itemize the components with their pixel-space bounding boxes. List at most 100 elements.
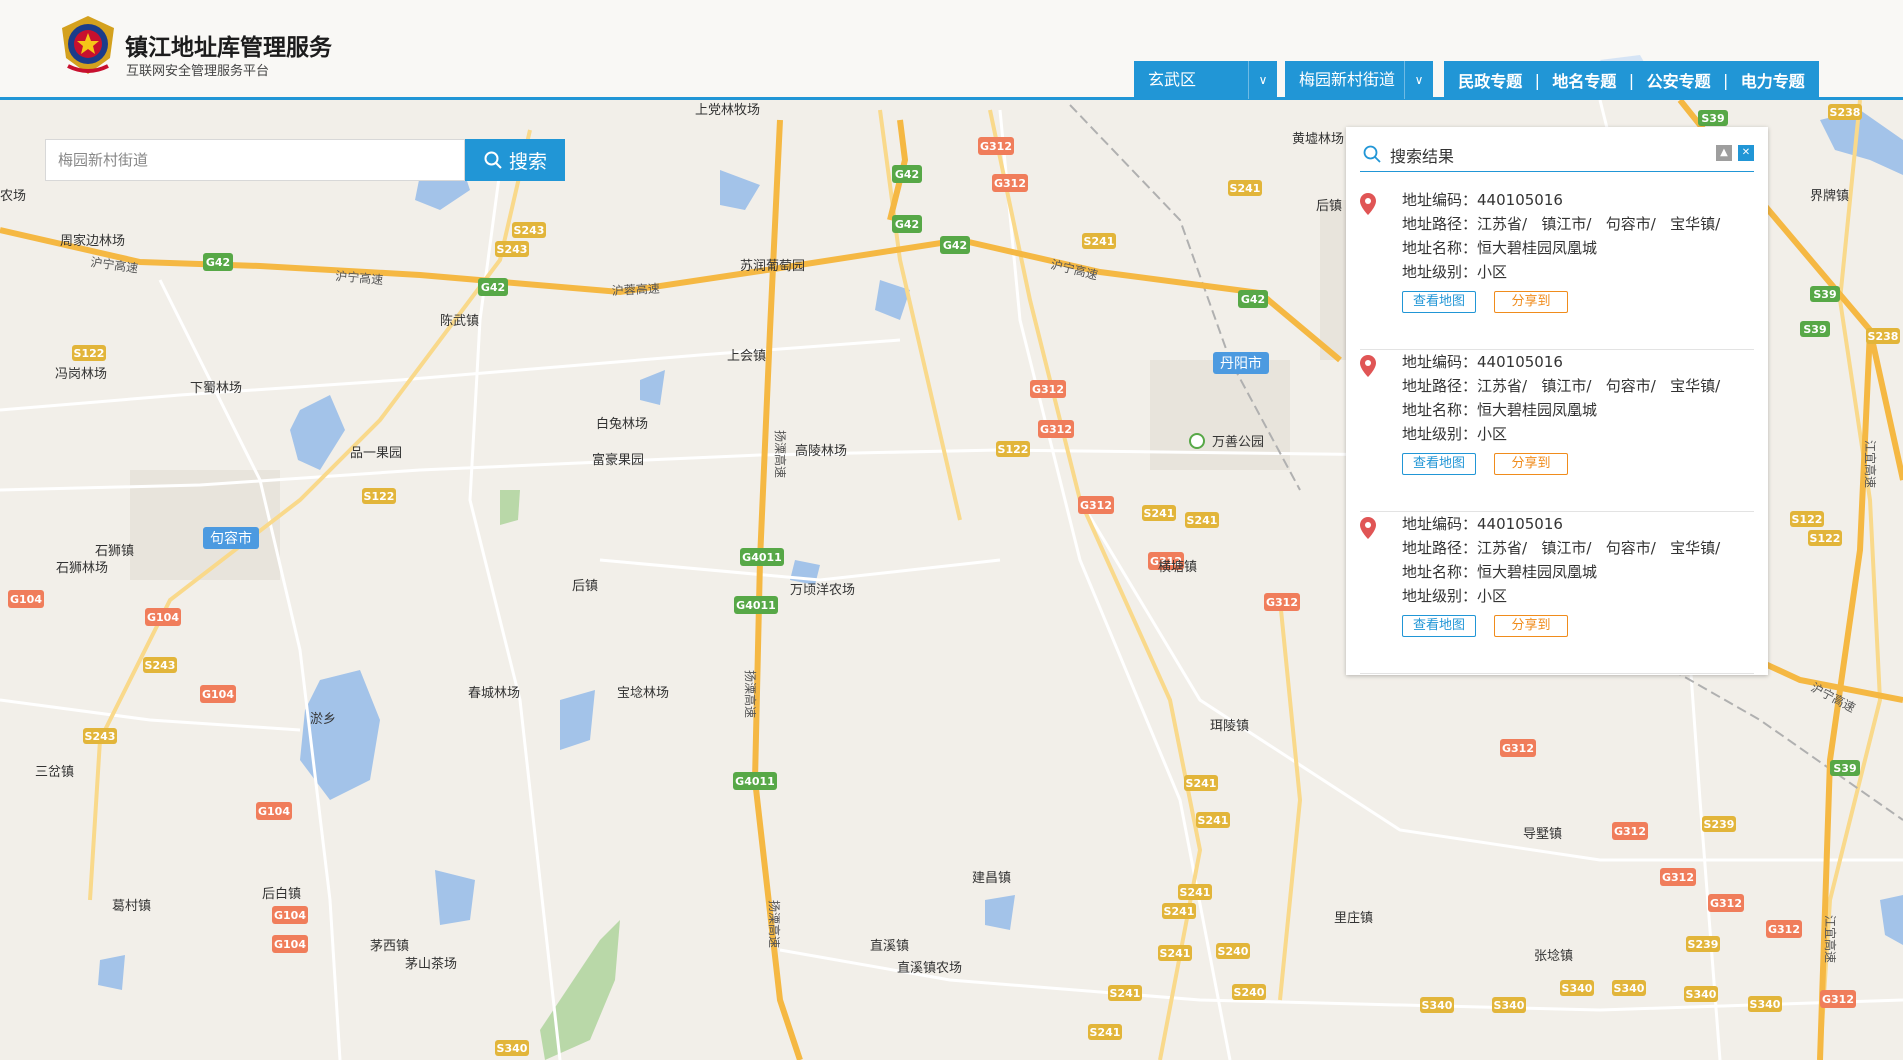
svg-text:后白镇: 后白镇: [262, 886, 301, 902]
svg-text:直溪镇农场: 直溪镇农场: [897, 961, 962, 976]
svg-text:S340: S340: [497, 1042, 528, 1055]
topic-public-security[interactable]: 公安专题: [1647, 68, 1711, 92]
svg-text:后镇: 后镇: [1316, 199, 1342, 214]
address-level: 小区: [1477, 587, 1508, 605]
svg-text:导墅镇: 导墅镇: [1523, 827, 1562, 842]
address-path: 江苏省/ 镇江市/ 句容市/ 宝华镇/: [1477, 539, 1721, 557]
address-code: 440105016: [1477, 515, 1563, 533]
svg-text:扬溧高速: 扬溧高速: [767, 900, 782, 948]
collapse-icon[interactable]: ▲: [1716, 145, 1732, 161]
search-icon: [1363, 145, 1381, 163]
svg-text:S122: S122: [364, 490, 395, 503]
district-select[interactable]: 玄武区 ∨: [1134, 61, 1277, 99]
shield-s238-icon: S238: [1828, 104, 1862, 120]
svg-text:石狮林场: 石狮林场: [56, 561, 108, 576]
shield-g312-icon: G312: [1264, 593, 1300, 611]
police-emblem-logo: [58, 14, 118, 76]
svg-text:界牌镇: 界牌镇: [1810, 188, 1849, 204]
topic-separator: |: [1722, 70, 1729, 90]
city-label-jurong: 句容市: [203, 527, 259, 549]
svg-text:S241: S241: [1160, 947, 1191, 960]
svg-text:S340: S340: [1494, 999, 1525, 1012]
share-button[interactable]: 分享到: [1494, 291, 1568, 313]
topic-civil-affairs[interactable]: 民政专题: [1458, 68, 1522, 92]
svg-text:江宜高速: 江宜高速: [1823, 915, 1838, 963]
address-name: 恒大碧桂园凤凰城: [1477, 563, 1598, 581]
result-level-row: 地址级别：小区: [1402, 261, 1507, 282]
shield-g104-icon: G104: [272, 906, 308, 924]
shield-s243-icon: S243: [495, 241, 529, 257]
svg-text:G312: G312: [1710, 897, 1742, 910]
svg-text:G104: G104: [274, 909, 306, 922]
shield-s241-icon: S241: [1184, 775, 1218, 791]
svg-text:G312: G312: [1502, 742, 1534, 755]
search-button[interactable]: 搜索: [465, 139, 565, 181]
svg-text:S39: S39: [1803, 323, 1826, 336]
shield-g104-icon: G104: [8, 590, 44, 608]
svg-text:S39: S39: [1813, 288, 1836, 301]
field-label: 地址名称：: [1402, 563, 1478, 581]
svg-text:陈武镇: 陈武镇: [440, 313, 479, 329]
svg-text:直溪镇: 直溪镇: [870, 939, 909, 954]
svg-text:S238: S238: [1830, 106, 1861, 119]
shield-g104-icon: G104: [200, 685, 236, 703]
svg-text:横塘镇: 横塘镇: [1158, 559, 1197, 575]
svg-text:万善公园: 万善公园: [1212, 434, 1264, 450]
street-select-value: 梅园新村街道: [1299, 70, 1396, 89]
svg-text:G104: G104: [10, 593, 42, 606]
svg-text:G312: G312: [1032, 383, 1064, 396]
svg-text:G104: G104: [274, 938, 306, 951]
shield-g312-icon: G312: [1038, 420, 1074, 438]
svg-text:丹阳市: 丹阳市: [1220, 355, 1262, 372]
result-name-row: 地址名称：恒大碧桂园凤凰城: [1402, 561, 1597, 582]
shield-g104-icon: G104: [145, 608, 181, 626]
svg-text:G312: G312: [1822, 993, 1854, 1006]
chevron-down-icon[interactable]: ∨: [1248, 61, 1277, 99]
shield-s122-icon: S122: [1808, 530, 1842, 546]
search-icon: [484, 151, 502, 169]
svg-text:S340: S340: [1750, 998, 1781, 1011]
address-code: 440105016: [1477, 353, 1563, 371]
svg-text:G312: G312: [1266, 596, 1298, 609]
shield-g42-icon: G42: [1238, 290, 1268, 308]
share-button[interactable]: 分享到: [1494, 615, 1568, 637]
result-level-row: 地址级别：小区: [1402, 585, 1507, 606]
topic-separator: |: [1534, 70, 1540, 90]
address-code: 440105016: [1477, 191, 1563, 209]
topic-place-names[interactable]: 地名专题: [1552, 68, 1616, 92]
shield-s239-icon: S239: [1686, 936, 1720, 952]
svg-text:S239: S239: [1688, 938, 1719, 951]
svg-text:江宜高速: 江宜高速: [1863, 440, 1878, 488]
svg-text:张埝镇: 张埝镇: [1534, 948, 1573, 964]
shield-s241-icon: S241: [1142, 505, 1176, 521]
shield-s243-icon: S243: [512, 222, 546, 238]
svg-text:S243: S243: [514, 224, 545, 237]
app-title: 镇江地址库管理服务: [125, 35, 332, 61]
view-map-button[interactable]: 查看地图: [1402, 615, 1476, 637]
field-label: 地址路径：: [1402, 539, 1478, 557]
shield-g42-icon: G42: [892, 215, 922, 233]
topic-electric-power[interactable]: 电力专题: [1741, 68, 1805, 92]
svg-text:G104: G104: [147, 611, 179, 624]
district-select-value: 玄武区: [1148, 70, 1197, 89]
shield-g312-icon: G312: [1500, 739, 1536, 757]
shield-s122-icon: S122: [72, 345, 106, 361]
svg-text:S241: S241: [1180, 886, 1211, 899]
search-results-panel: 搜索结果 ▲ ✕ 地址编码：440105016 地址路径：江苏省/ 镇江市/ 句…: [1346, 127, 1768, 675]
close-icon[interactable]: ✕: [1738, 145, 1754, 161]
shield-g312-icon: G312: [978, 137, 1014, 155]
chevron-down-icon[interactable]: ∨: [1404, 61, 1433, 99]
share-button[interactable]: 分享到: [1494, 453, 1568, 475]
shield-s238-icon: S238: [1866, 328, 1900, 344]
street-select[interactable]: 梅园新村街道 ∨: [1285, 61, 1433, 99]
svg-text:S243: S243: [497, 243, 528, 256]
view-map-button[interactable]: 查看地图: [1402, 453, 1476, 475]
shield-s240-icon: S240: [1232, 984, 1266, 1000]
view-map-button[interactable]: 查看地图: [1402, 291, 1476, 313]
svg-text:G312: G312: [1040, 423, 1072, 436]
svg-text:S122: S122: [1792, 513, 1823, 526]
shield-g42-icon: G42: [940, 236, 970, 254]
svg-text:石狮镇: 石狮镇: [95, 544, 134, 559]
field-label: 地址路径：: [1402, 215, 1478, 233]
search-input[interactable]: [45, 139, 465, 181]
